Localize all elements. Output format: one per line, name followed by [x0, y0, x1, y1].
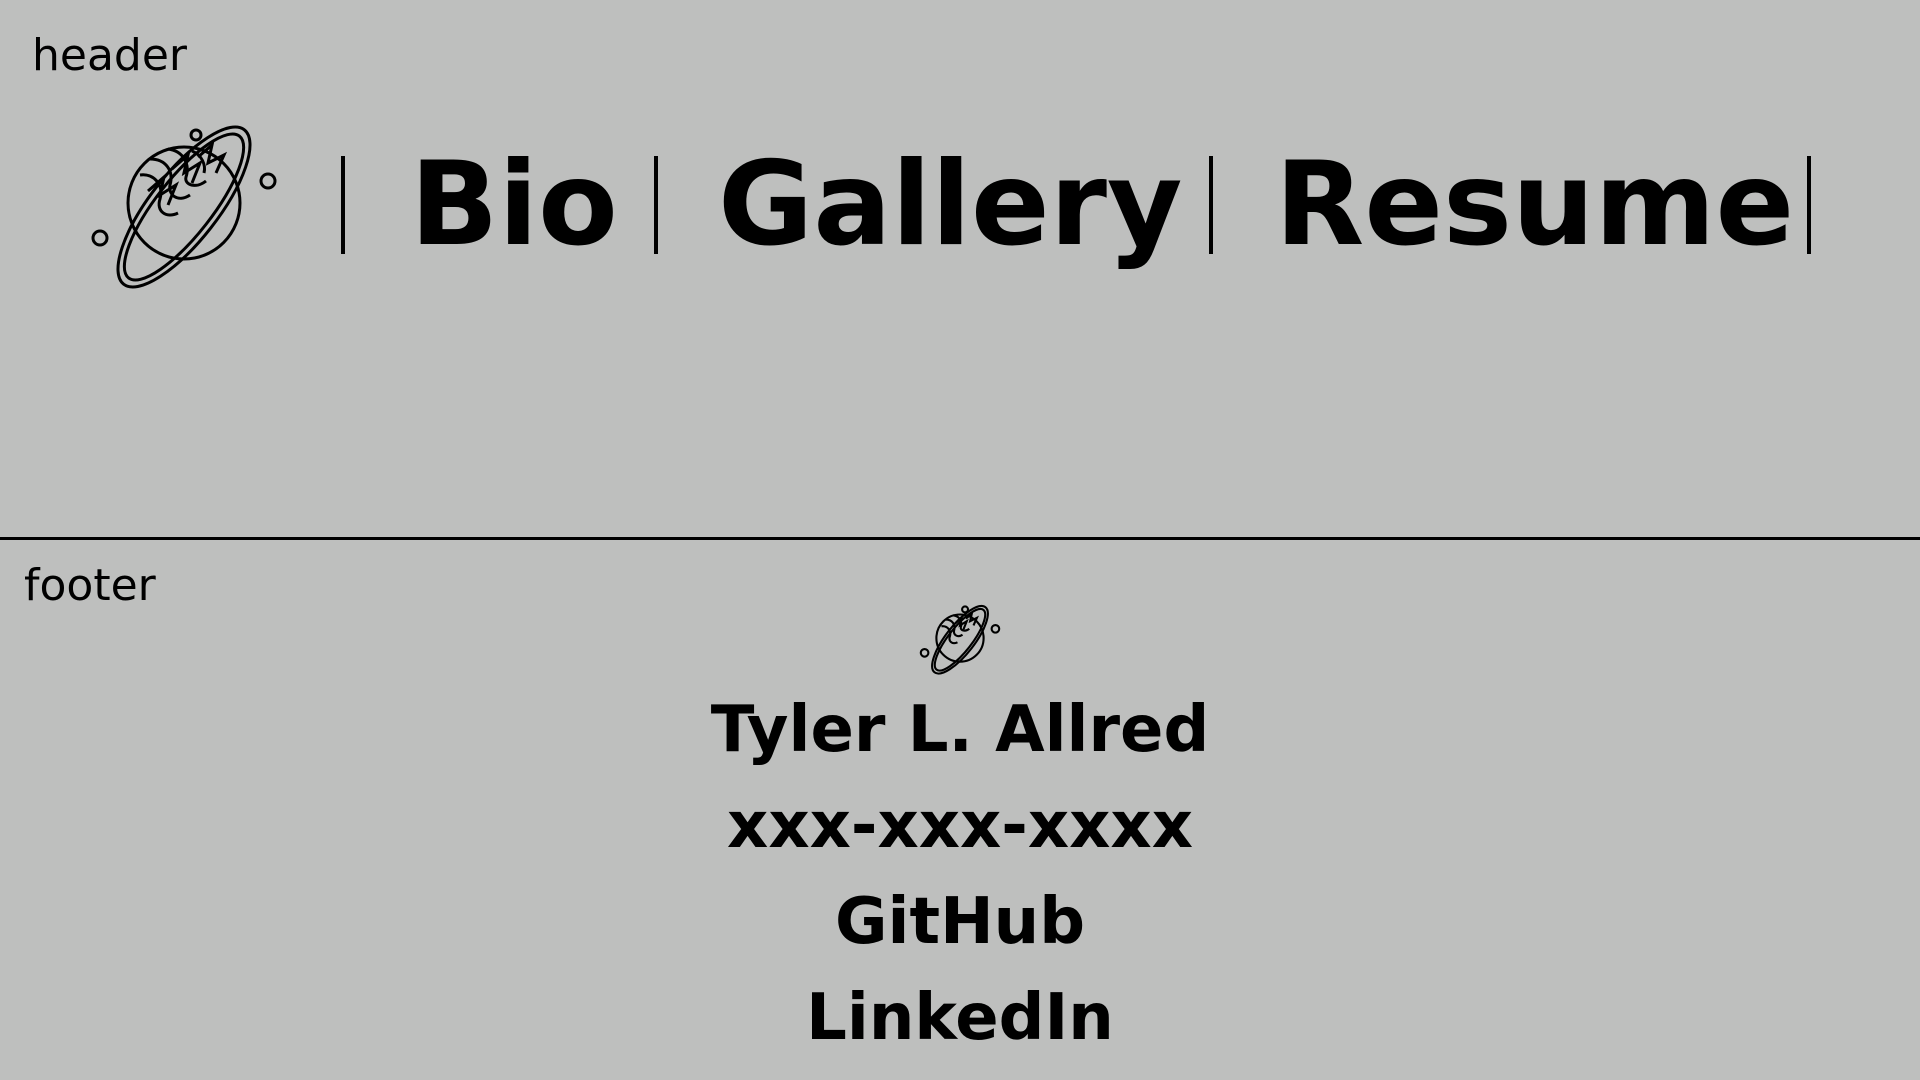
nav-link-gallery[interactable]: Gallery: [718, 130, 1183, 280]
planet-icon[interactable]: [919, 601, 1001, 679]
page: header Bio Gallery Resume footer Tyler L…: [0, 0, 1920, 1080]
nav-separator: [1807, 156, 1811, 254]
github-link[interactable]: GitHub: [0, 874, 1920, 970]
header-label: header: [32, 30, 188, 81]
nav-separator: [341, 156, 345, 254]
footer-name: Tyler L. Allred: [710, 693, 1210, 767]
nav-separator: [1209, 156, 1213, 254]
nav-link-bio[interactable]: Bio: [410, 130, 618, 280]
main-nav: Bio Gallery Resume: [0, 130, 1920, 290]
footer-phone: xxx-xxx-xxxx: [727, 789, 1193, 863]
section-divider: [0, 537, 1920, 540]
linkedin-link[interactable]: LinkedIn: [0, 970, 1920, 1066]
nav-separator: [654, 156, 658, 254]
footer-label: footer: [24, 560, 156, 611]
nav-link-resume[interactable]: Resume: [1275, 130, 1794, 280]
footer-contact: Tyler L. Allred xxx-xxx-xxxx GitHub Link…: [0, 682, 1920, 1066]
